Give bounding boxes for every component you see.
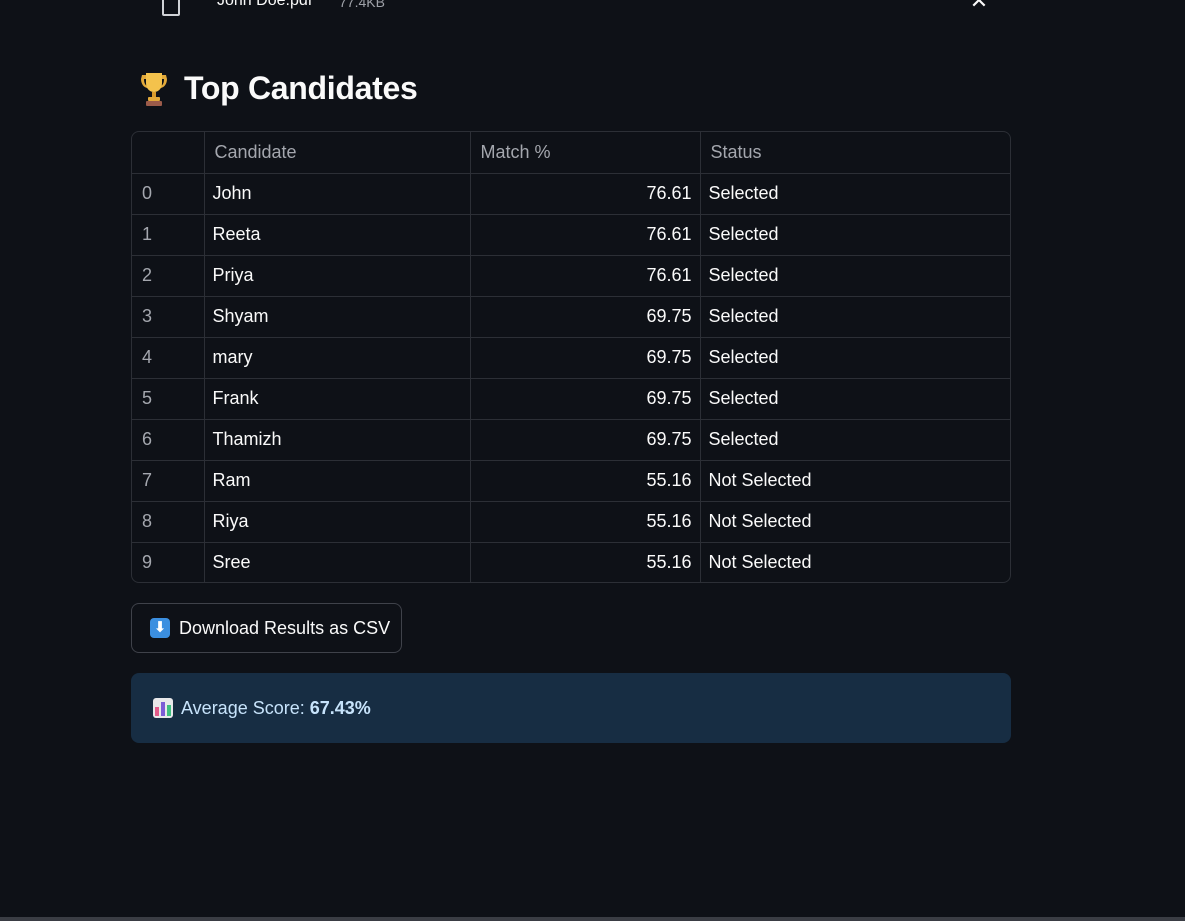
table-row: 4 mary 69.75 Selected — [132, 337, 1010, 379]
table-row: 7 Ram 55.16 Not Selected — [132, 460, 1010, 502]
match-cell[interactable]: 55.16 — [470, 460, 701, 502]
column-header-candidate[interactable]: Candidate — [204, 132, 471, 174]
bottom-divider — [0, 917, 1185, 921]
table-header-row: Candidate Match % Status — [132, 132, 1010, 174]
status-cell[interactable]: Selected — [700, 296, 1010, 338]
table-row: 3 Shyam 69.75 Selected — [132, 296, 1010, 338]
status-cell[interactable]: Selected — [700, 419, 1010, 461]
download-button-label: Download Results as CSV — [179, 617, 391, 638]
average-score-label: Average Score: — [181, 697, 310, 718]
table-row: 5 Frank 69.75 Selected — [132, 378, 1010, 420]
row-index[interactable]: 6 — [132, 419, 205, 461]
row-index[interactable]: 3 — [132, 296, 205, 338]
match-cell[interactable]: 69.75 — [470, 337, 701, 379]
down-arrow-icon: ⬇ — [150, 618, 170, 638]
average-score-alert: Average Score: 67.43% — [131, 673, 1011, 743]
row-index[interactable]: 8 — [132, 501, 205, 543]
match-cell[interactable]: 69.75 — [470, 378, 701, 420]
close-icon[interactable]: ✕ — [968, 0, 990, 12]
page-title: Top Candidates — [184, 70, 418, 106]
average-score-value: 67.43% — [309, 697, 371, 718]
row-index[interactable]: 7 — [132, 460, 205, 502]
candidate-cell[interactable]: Priya — [204, 255, 471, 297]
match-cell[interactable]: 76.61 — [470, 214, 701, 256]
match-cell[interactable]: 55.16 — [470, 542, 701, 582]
match-cell[interactable]: 69.75 — [470, 419, 701, 461]
status-cell[interactable]: Selected — [700, 378, 1010, 420]
uploaded-file-row: John Doe.pdf 77.4KB ✕ — [0, 0, 1185, 20]
row-index[interactable]: 2 — [132, 255, 205, 297]
column-header-index[interactable] — [132, 132, 205, 174]
candidate-cell[interactable]: Reeta — [204, 214, 471, 256]
trophy-icon — [138, 71, 170, 107]
candidate-cell[interactable]: John — [204, 173, 471, 215]
row-index[interactable]: 9 — [132, 542, 205, 582]
status-cell[interactable]: Not Selected — [700, 542, 1010, 582]
table-row: 9 Sree 55.16 Not Selected — [132, 542, 1010, 582]
candidate-cell[interactable]: Riya — [204, 501, 471, 543]
candidate-cell[interactable]: Sree — [204, 542, 471, 582]
match-cell[interactable]: 55.16 — [470, 501, 701, 543]
section-heading: Top Candidates — [138, 70, 418, 107]
average-score-text: Average Score: 67.43% — [181, 698, 371, 719]
download-csv-button[interactable]: ⬇ Download Results as CSV — [131, 603, 402, 653]
bar-chart-icon — [153, 698, 173, 718]
column-header-match[interactable]: Match % — [470, 132, 701, 174]
status-cell[interactable]: Not Selected — [700, 460, 1010, 502]
status-cell[interactable]: Selected — [700, 173, 1010, 215]
file-name: John Doe.pdf — [217, 0, 313, 9]
match-cell[interactable]: 76.61 — [470, 173, 701, 215]
match-cell[interactable]: 69.75 — [470, 296, 701, 338]
file-icon — [162, 0, 180, 16]
table-row: 8 Riya 55.16 Not Selected — [132, 501, 1010, 543]
candidate-cell[interactable]: Frank — [204, 378, 471, 420]
row-index[interactable]: 1 — [132, 214, 205, 256]
candidate-cell[interactable]: Ram — [204, 460, 471, 502]
table-row: 1 Reeta 76.61 Selected — [132, 214, 1010, 256]
match-cell[interactable]: 76.61 — [470, 255, 701, 297]
row-index[interactable]: 0 — [132, 173, 205, 215]
status-cell[interactable]: Not Selected — [700, 501, 1010, 543]
candidate-cell[interactable]: Shyam — [204, 296, 471, 338]
candidate-cell[interactable]: Thamizh — [204, 419, 471, 461]
file-size: 77.4KB — [339, 0, 385, 10]
table-row: 6 Thamizh 69.75 Selected — [132, 419, 1010, 461]
status-cell[interactable]: Selected — [700, 255, 1010, 297]
status-cell[interactable]: Selected — [700, 214, 1010, 256]
row-index[interactable]: 4 — [132, 337, 205, 379]
column-header-status[interactable]: Status — [700, 132, 1010, 174]
status-cell[interactable]: Selected — [700, 337, 1010, 379]
table-row: 0 John 76.61 Selected — [132, 173, 1010, 215]
app-page: John Doe.pdf 77.4KB ✕ Top Candidates Can… — [0, 0, 1185, 921]
candidates-table[interactable]: Candidate Match % Status 0 John 76.61 Se… — [131, 131, 1011, 583]
table-row: 2 Priya 76.61 Selected — [132, 255, 1010, 297]
candidate-cell[interactable]: mary — [204, 337, 471, 379]
row-index[interactable]: 5 — [132, 378, 205, 420]
